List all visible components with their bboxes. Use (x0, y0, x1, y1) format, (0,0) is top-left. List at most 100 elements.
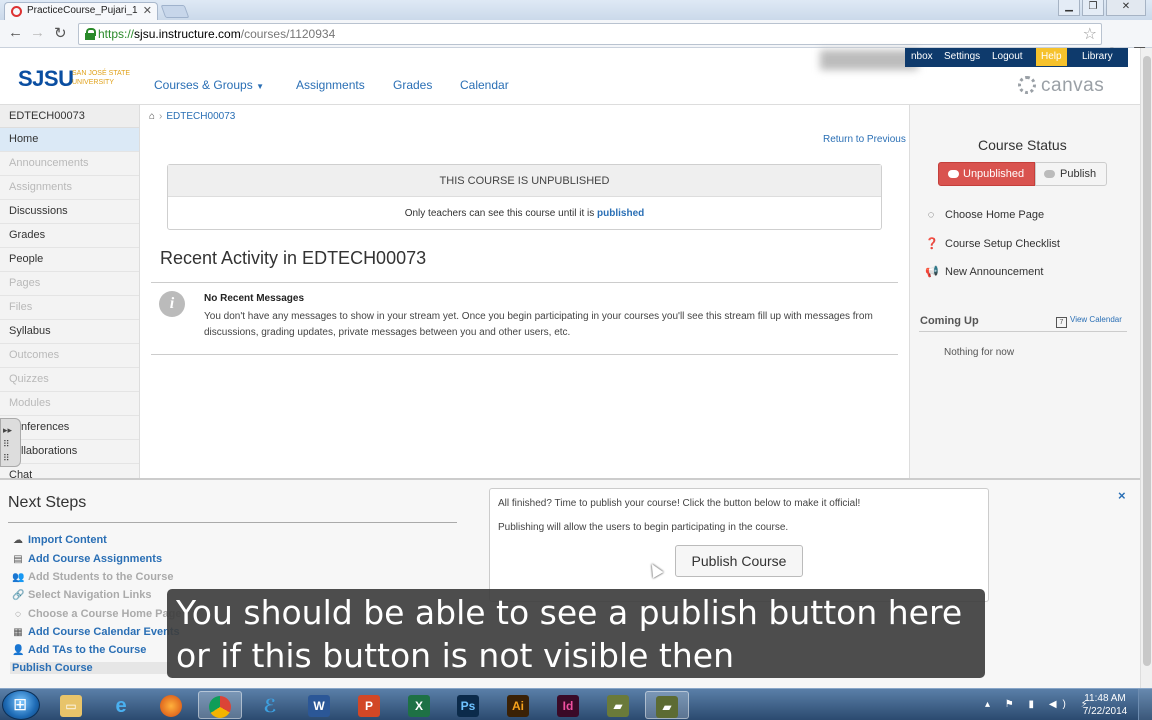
course-code: EDTECH00073 (0, 105, 139, 128)
back-arrow-icon[interactable]: ← (8, 24, 23, 41)
system-tray-icons[interactable]: ▴ ⚑ ▮ ◀) ⚡ (985, 699, 1094, 710)
users-icon: 👥 (12, 572, 25, 583)
sidebar-item-pages[interactable]: Pages (0, 272, 139, 296)
caret-down-icon: ▼ (256, 82, 264, 91)
indesign-taskbar-icon[interactable]: Id (546, 691, 590, 719)
chrome-taskbar-icon[interactable] (198, 691, 242, 719)
settings-link[interactable]: Settings (944, 48, 980, 66)
publish-panel-text: All finished? Time to publish your cours… (498, 498, 861, 509)
browser-tab[interactable]: PracticeCourse_Pujari_1 ✕ (4, 2, 158, 20)
breadcrumb-separator-icon: › (159, 111, 163, 122)
powerpoint-taskbar-icon[interactable]: P (347, 691, 391, 719)
close-tab-icon[interactable]: ✕ (143, 3, 152, 19)
show-desktop-button[interactable] (1138, 689, 1152, 720)
sidebar-item-quizzes[interactable]: Quizzes (0, 368, 139, 392)
ie-taskbar-icon[interactable]: e (99, 691, 143, 719)
app-taskbar-icon[interactable]: ▰ (645, 691, 689, 719)
next-steps-title: Next Steps (8, 494, 87, 511)
windows-taskbar: ▭ e ℰ W P X Ps Ai Id ▰ ▰ ▴ ⚑ ▮ ◀) ⚡ 11:4… (0, 688, 1152, 720)
close-icon[interactable]: × (1118, 488, 1126, 503)
user-name-blurred (820, 50, 918, 70)
nav-assignments[interactable]: Assignments (296, 78, 365, 92)
logout-link[interactable]: Logout (992, 48, 1023, 66)
start-button[interactable] (2, 690, 40, 720)
next-step-navigation-links[interactable]: 🔗 Select Navigation Links (12, 589, 151, 602)
unpublished-button[interactable]: Unpublished (938, 162, 1035, 186)
url-input[interactable]: https://sjsu.instructure.com/courses/112… (78, 23, 1102, 45)
course-setup-checklist-link[interactable]: ❓ Course Setup Checklist (925, 237, 1060, 250)
taskbar-clock[interactable]: 11:48 AM 7/22/2014 (1080, 692, 1130, 718)
publish-course-button[interactable]: Publish Course (675, 545, 803, 577)
excel-taskbar-icon[interactable]: X (397, 691, 441, 719)
close-window-icon[interactable]: ✕ (1106, 0, 1146, 16)
view-calendar-link[interactable]: 7 View Calendar (1056, 315, 1122, 328)
next-step-add-tas[interactable]: 👤 Add TAs to the Course (12, 644, 146, 657)
app-taskbar-icon[interactable]: ℰ (248, 691, 292, 719)
no-recent-text: You don't have any messages to show in y… (204, 311, 873, 338)
return-to-previous-link[interactable]: Return to Previous (823, 134, 906, 145)
next-step-home-page[interactable]: ◌ Choose a Course Home Page (12, 608, 181, 621)
published-link[interactable]: published (597, 208, 644, 219)
photoshop-taskbar-icon[interactable]: Ps (446, 691, 490, 719)
sidebar-item-people[interactable]: People (0, 248, 139, 272)
sidebar-item-home[interactable]: Home (0, 128, 139, 152)
address-bar-row: ← → ↻ https://sjsu.instructure.com/cours… (0, 20, 1152, 62)
bookmark-star-icon[interactable]: ☆ (1083, 24, 1097, 44)
minimize-icon[interactable]: ▁ (1058, 0, 1080, 16)
nav-grades[interactable]: Grades (393, 78, 432, 92)
canvas-logo: canvas (1018, 75, 1104, 97)
divider (8, 522, 457, 523)
nothing-for-now: Nothing for now (944, 347, 1015, 358)
cloud-icon (1044, 170, 1055, 178)
sidebar-item-discussions[interactable]: Discussions (0, 200, 139, 224)
reload-icon[interactable]: ↻ (54, 24, 67, 42)
cloud-download-icon: ☁ (13, 535, 23, 546)
next-step-import-content[interactable]: ☁ Import Content (12, 534, 107, 547)
illustrator-taskbar-icon[interactable]: Ai (496, 691, 540, 719)
home-icon[interactable]: ⌂ (149, 111, 155, 122)
sjsu-logo-subtitle: SAN JOSÉ STATE UNIVERSITY (72, 70, 131, 86)
word-taskbar-icon[interactable]: W (297, 691, 341, 719)
calendar-icon: ▦ (13, 627, 23, 638)
canvas-ring-icon (1018, 76, 1036, 94)
nav-calendar[interactable]: Calendar (460, 78, 509, 92)
help-link[interactable]: Help (1036, 48, 1067, 66)
coming-up-heading: Coming Up (920, 315, 979, 327)
app-taskbar-icon[interactable]: ▰ (596, 691, 640, 719)
new-tab-button[interactable] (160, 5, 190, 18)
sidebar-item-outcomes[interactable]: Outcomes (0, 344, 139, 368)
divider (919, 331, 1127, 332)
sidebar-item-modules[interactable]: Modules (0, 392, 139, 416)
sjsu-logo[interactable]: SJSU (18, 66, 74, 92)
drawer-handle[interactable]: ▸▸ ⠿ ⠿ (0, 418, 21, 467)
new-announcement-link[interactable]: 📢 New Announcement (925, 265, 1043, 278)
inbox-link[interactable]: nbox (911, 48, 933, 66)
firefox-taskbar-icon[interactable] (149, 691, 193, 719)
user-icon: 👤 (12, 645, 25, 656)
divider (151, 354, 898, 355)
publish-button[interactable]: Publish (1035, 162, 1107, 186)
sidebar-item-syllabus[interactable]: Syllabus (0, 320, 139, 344)
explorer-taskbar-icon[interactable]: ▭ (49, 691, 93, 719)
choose-home-page-link[interactable]: ◌ Choose Home Page (925, 209, 1044, 221)
cloud-icon (948, 170, 959, 178)
assignment-icon: ▤ (13, 554, 23, 565)
maximize-icon[interactable]: ❐ (1082, 0, 1104, 16)
question-circle-icon: ❓ (925, 238, 939, 250)
sidebar-item-files[interactable]: Files (0, 296, 139, 320)
library-link[interactable]: Library (1082, 48, 1113, 66)
nav-courses-groups[interactable]: Courses & Groups ▼ (154, 78, 264, 92)
next-step-add-students[interactable]: 👥 Add Students to the Course (12, 571, 173, 584)
next-step-add-assignments[interactable]: ▤ Add Course Assignments (12, 553, 162, 566)
page-scrollbar[interactable] (1140, 48, 1152, 688)
sidebar-item-announcements[interactable]: Announcements (0, 152, 139, 176)
scrollbar-thumb[interactable] (1143, 56, 1151, 666)
sidebar-item-assignments[interactable]: Assignments (0, 176, 139, 200)
sidebar-item-grades[interactable]: Grades (0, 224, 139, 248)
forward-arrow-icon[interactable]: → (30, 24, 45, 41)
next-step-publish-course[interactable]: Publish Course (10, 662, 170, 674)
caption-line-2: or if this button is not visible then (176, 636, 734, 675)
next-step-calendar-events[interactable]: ▦ Add Course Calendar Events (12, 626, 179, 639)
breadcrumb-course[interactable]: EDTECH00073 (166, 111, 235, 122)
megaphone-icon: 📢 (925, 266, 939, 278)
